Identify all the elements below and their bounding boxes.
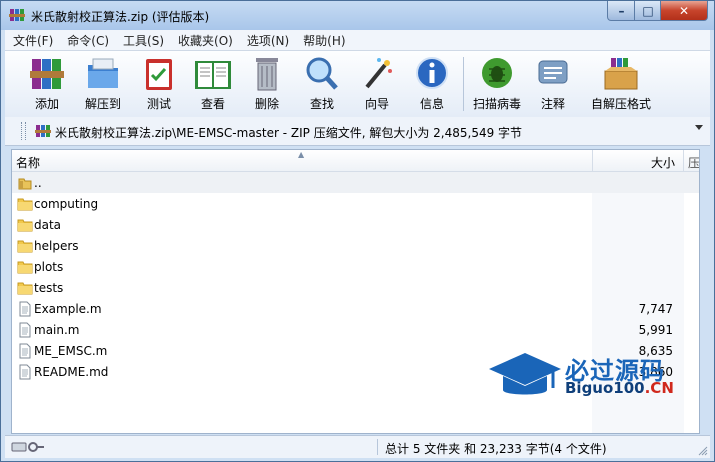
menu-command[interactable]: 命令(C) [59,32,115,49]
list-item[interactable]: computing [12,193,699,214]
title-bar[interactable]: 米氏散射校正算法.zip (评估版本) – □ ✕ [1,1,714,30]
header-packed-label: 压 [688,156,700,170]
comment-button[interactable]: 注释 [527,53,579,115]
item-name: .. [34,176,42,190]
menu-help[interactable]: 帮助(H) [295,32,351,49]
clipboard-test-icon [146,59,172,90]
parent-folder-icon [17,175,33,191]
info-button[interactable]: 信息 [406,53,458,115]
item-name: main.m [34,323,80,337]
menu-tools[interactable]: 工具(S) [115,32,170,49]
header-size[interactable]: 大小 [592,150,683,171]
item-name: data [34,218,62,232]
address-grip [21,122,26,140]
sfx-box-icon [604,58,638,90]
status-bar: 总计 5 文件夹 和 23,233 字节(4 个文件) [5,435,710,458]
sfx-label: 自解压格式 [590,97,651,111]
folder-icon [17,196,33,212]
menu-favorites[interactable]: 收藏夹(O) [170,32,239,49]
book-view-icon [195,61,231,89]
folder-icon [17,217,33,233]
folder-icon [17,238,33,254]
list-item[interactable]: plots [12,256,699,277]
comment-label: 注释 [540,97,565,111]
item-size: 5,991 [638,323,673,337]
address-path: 米氏散射校正算法.zip\ME-EMSC-master - ZIP 压缩文件, … [55,126,523,140]
list-header: 名称 ▲ 大小 压 [12,150,699,172]
close-button[interactable]: ✕ [660,1,708,21]
minimize-button[interactable]: – [607,1,636,21]
watermark-en-tld: .CN [644,379,674,397]
archive-icon [35,125,51,137]
list-item[interactable]: tests [12,277,699,298]
header-name[interactable]: 名称 [16,154,40,171]
menu-options[interactable]: 选项(N) [239,32,295,49]
menu-bar: 文件(F) 命令(C) 工具(S) 收藏夹(O) 选项(N) 帮助(H) [5,30,710,50]
add-button[interactable]: 添加 [21,53,73,115]
drive-key-icon[interactable] [11,440,45,454]
list-item[interactable]: Example.m 7,747 [12,298,699,319]
window-title: 米氏散射校正算法.zip (评估版本) [31,10,210,24]
item-name: helpers [34,239,79,253]
menu-file[interactable]: 文件(F) [5,32,59,49]
graduation-cap-icon [489,353,561,395]
header-size-label: 大小 [650,156,675,170]
document-icon [17,322,33,338]
document-icon [17,343,33,359]
watermark-en: Biguo100.CN [565,379,674,397]
wand-icon [365,58,392,89]
books-add-icon [30,59,64,89]
item-name: tests [34,281,64,295]
item-size: 7,747 [638,302,673,316]
info-label: 信息 [419,97,444,111]
folder-icon [17,259,33,275]
item-name: computing [34,197,99,211]
trash-icon [256,58,278,91]
extract-to-button[interactable]: 解压到 [77,53,129,115]
sort-asc-icon: ▲ [298,150,305,159]
maximize-button[interactable]: □ [634,1,662,21]
document-icon [17,301,33,317]
sfx-button[interactable]: 自解压格式 [591,53,651,115]
list-item[interactable]: helpers [12,235,699,256]
status-separator [377,439,378,455]
folder-extract-icon [88,58,118,88]
virus-scan-button[interactable]: 扫描病毒 [471,53,523,115]
item-name: README.md [34,365,109,379]
item-name: ME_EMSC.m [34,344,108,358]
resize-grip-icon[interactable] [698,446,708,456]
watermark-en-main: Biguo100 [565,379,645,397]
archive-window: 米氏散射校正算法.zip (评估版本) – □ ✕ 文件(F) 命令(C) 工具… [0,0,715,462]
folder-icon [17,280,33,296]
comment-icon [538,60,568,84]
address-dropdown-icon[interactable] [695,125,703,130]
watermark-logo: 必过源码 Biguo100.CN [487,349,687,409]
list-item[interactable]: main.m 5,991 [12,319,699,340]
magnifier-icon [306,57,338,90]
item-name: Example.m [34,302,102,316]
info-icon [416,57,448,89]
address-bar[interactable]: 米氏散射校正算法.zip\ME-EMSC-master - ZIP 压缩文件, … [5,117,710,146]
document-icon [17,364,33,380]
status-text: 总计 5 文件夹 和 23,233 字节(4 个文件) [385,442,607,456]
winrar-app-icon [9,9,25,21]
list-item[interactable]: data [12,214,699,235]
item-name: plots [34,260,64,274]
toolbar: 添加 解压到 测试 查看 删除 查找 向导 信息 扫描病毒 注释 自解压格式 [5,50,710,118]
header-packed[interactable]: 压 [683,150,700,171]
list-item[interactable]: .. [12,172,699,193]
bug-scan-icon [482,58,512,88]
